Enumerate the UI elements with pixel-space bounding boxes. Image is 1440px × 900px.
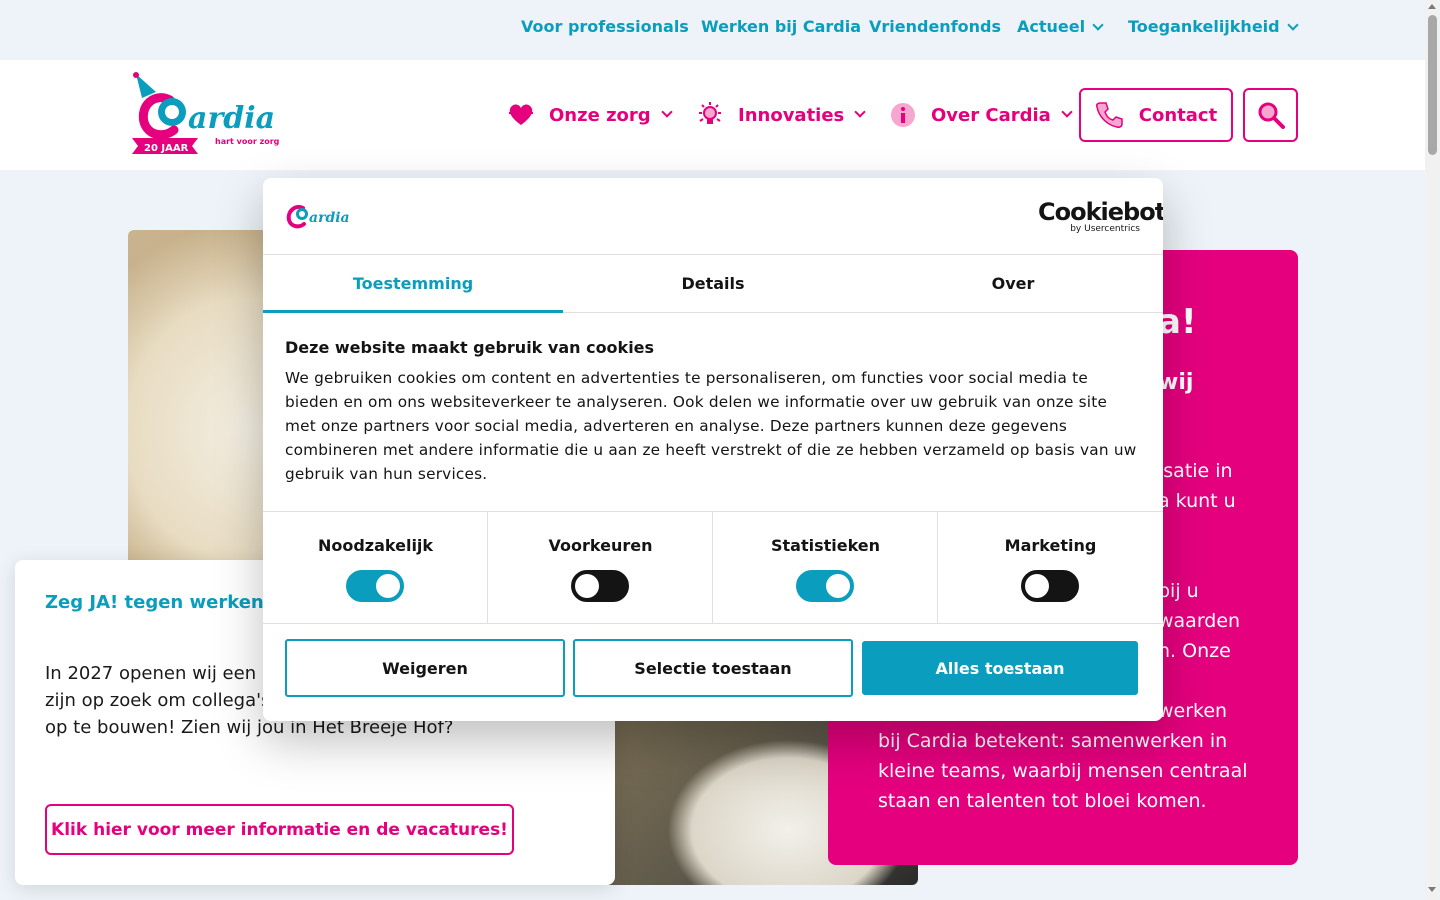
allow-all-button[interactable]: Alles toestaan xyxy=(862,641,1138,695)
toggle-knob xyxy=(826,574,850,598)
cookie-dialog-title: Deze website maakt gebruik van cookies xyxy=(285,338,655,357)
pref-marketing: Marketing xyxy=(938,512,1163,624)
tab-details[interactable]: Details xyxy=(563,255,863,312)
cookie-tabs: Toestemming Details Over xyxy=(263,255,1163,313)
cardia-logo-small: ardia xyxy=(285,200,357,234)
toggle-marketing[interactable] xyxy=(1021,570,1079,602)
allow-selection-button[interactable]: Selectie toestaan xyxy=(573,639,853,697)
pref-label: Marketing xyxy=(1004,536,1097,555)
cookie-dialog-header: ardia Cookiebot by Usercentrics xyxy=(263,178,1163,255)
tab-over[interactable]: Over xyxy=(863,255,1163,312)
pref-noodzakelijk: Noodzakelijk xyxy=(263,512,488,624)
cookiebot-logo-subtext: by Usercentrics xyxy=(1070,224,1140,234)
scroll-up-arrow-icon[interactable] xyxy=(1428,4,1436,9)
toggle-knob xyxy=(575,574,599,598)
toggle-noodzakelijk[interactable] xyxy=(346,570,404,602)
page-scrollbar[interactable] xyxy=(1425,0,1440,900)
pref-voorkeuren: Voorkeuren xyxy=(488,512,713,624)
cookiebot-logo-text: Cookiebot xyxy=(1038,198,1163,226)
cookie-dialog-text: We gebruiken cookies om content en adver… xyxy=(285,369,1137,483)
pref-label: Voorkeuren xyxy=(548,536,653,555)
scroll-down-arrow-icon[interactable] xyxy=(1428,887,1436,892)
toggle-knob xyxy=(376,574,400,598)
pref-label: Statistieken xyxy=(770,536,881,555)
cookie-preferences: Noodzakelijk Voorkeuren Statistieken Mar… xyxy=(263,511,1163,624)
cookie-consent-dialog: ardia Cookiebot by Usercentrics Toestemm… xyxy=(263,178,1163,721)
tab-toestemming[interactable]: Toestemming xyxy=(263,255,563,313)
scroll-thumb[interactable] xyxy=(1428,15,1437,155)
toggle-statistieken[interactable] xyxy=(796,570,854,602)
cookiebot-logo[interactable]: Cookiebot by Usercentrics xyxy=(1038,198,1163,234)
pref-label: Noodzakelijk xyxy=(317,536,434,555)
svg-text:ardia: ardia xyxy=(309,210,350,226)
pref-statistieken: Statistieken xyxy=(713,512,938,624)
toggle-voorkeuren[interactable] xyxy=(571,570,629,602)
toggle-knob xyxy=(1025,574,1049,598)
deny-button[interactable]: Weigeren xyxy=(285,639,565,697)
